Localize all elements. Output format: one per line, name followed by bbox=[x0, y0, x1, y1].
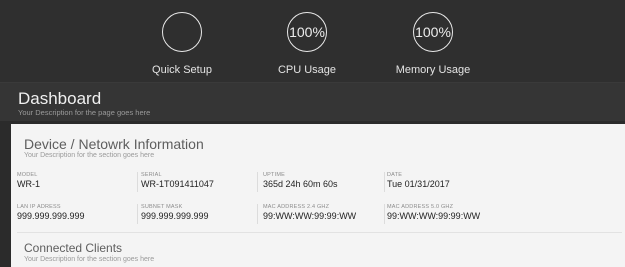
field-value: WR-1 bbox=[17, 179, 40, 189]
cpu-usage-label: CPU Usage bbox=[277, 64, 337, 76]
field-key: MODEL bbox=[17, 172, 38, 178]
field-key: MAC ADDRESS 2.4 GHZ bbox=[263, 204, 330, 210]
column-divider bbox=[384, 204, 385, 224]
field-key: UPTIME bbox=[263, 172, 285, 178]
field-model: MODEL WR-1 bbox=[17, 172, 137, 189]
field-value: WR-1T091411047 bbox=[141, 179, 214, 189]
field-key: DATE bbox=[387, 172, 403, 178]
cpu-usage-widget: 100% CPU Usage bbox=[247, 12, 367, 76]
field-date: DATE Tue 01/31/2017 bbox=[387, 172, 507, 189]
column-divider bbox=[257, 172, 258, 192]
top-stats-bar: Quick Setup 100% CPU Usage 100% Memory U… bbox=[0, 0, 625, 83]
field-key: MAC ADDRESS 5.0 GHZ bbox=[387, 204, 454, 210]
memory-usage-widget: 100% Memory Usage bbox=[373, 12, 493, 76]
quick-setup-ring[interactable] bbox=[162, 12, 202, 52]
field-mac-24: MAC ADDRESS 2.4 GHZ 99:WW:WW:99:99:WW bbox=[263, 204, 383, 221]
column-divider bbox=[257, 204, 258, 224]
field-key: LAN IP ADRESS bbox=[17, 204, 61, 210]
page-description: Your Description for the page goes here bbox=[18, 108, 151, 117]
device-section-title: Device / Netowrk Information bbox=[24, 136, 204, 152]
column-divider bbox=[137, 204, 138, 224]
memory-usage-label: Memory Usage bbox=[395, 64, 471, 76]
field-value: 99:WW:WW:99:99:WW bbox=[263, 211, 357, 221]
field-value: 999.999.999.999 bbox=[141, 211, 209, 221]
field-lan-ip: LAN IP ADRESS 999.999.999.999 bbox=[17, 204, 137, 221]
device-section-description: Your Description for the section goes he… bbox=[24, 152, 155, 159]
page-title: Dashboard bbox=[18, 89, 102, 108]
cpu-usage-ring: 100% bbox=[287, 12, 327, 52]
field-value: 999.999.999.999 bbox=[17, 211, 85, 221]
section-divider bbox=[17, 232, 622, 233]
quick-setup-label: Quick Setup bbox=[152, 64, 212, 76]
content-panel: Device / Netowrk Information Your Descri… bbox=[11, 124, 625, 267]
field-value: 99:WW:WW:99:99:WW bbox=[387, 211, 481, 221]
field-key: SERIAL bbox=[141, 172, 162, 178]
field-subnet-mask: SUBNET MASK 999.999.999.999 bbox=[141, 204, 261, 221]
field-key: SUBNET MASK bbox=[141, 204, 183, 210]
column-divider bbox=[384, 172, 385, 192]
column-divider bbox=[137, 172, 138, 192]
page-header: Dashboard Your Description for the page … bbox=[0, 83, 625, 121]
quick-setup-widget[interactable]: Quick Setup bbox=[122, 12, 242, 76]
field-value: Tue 01/31/2017 bbox=[387, 179, 450, 189]
clients-section-description: Your Description for the section goes he… bbox=[24, 256, 155, 263]
field-value: 365d 24h 60m 60s bbox=[263, 179, 338, 189]
clients-section-title: Connected Clients bbox=[24, 241, 123, 255]
memory-usage-ring: 100% bbox=[413, 12, 453, 52]
field-uptime: UPTIME 365d 24h 60m 60s bbox=[263, 172, 383, 189]
field-serial: SERIAL WR-1T091411047 bbox=[141, 172, 261, 189]
field-mac-50: MAC ADDRESS 5.0 GHZ 99:WW:WW:99:99:WW bbox=[387, 204, 507, 221]
